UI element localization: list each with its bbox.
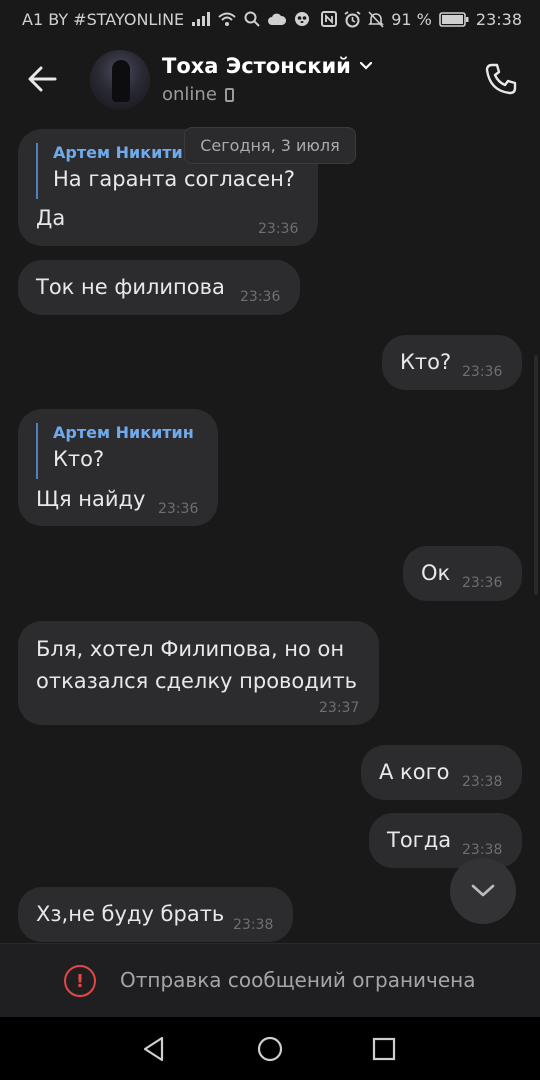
- back-button[interactable]: [22, 62, 62, 96]
- back-arrow-icon: [28, 66, 57, 92]
- message-bubble-outgoing[interactable]: Кто? 23:36: [382, 335, 522, 390]
- triangle-back-icon: [143, 1036, 164, 1062]
- reply-text: На гаранта согласен?: [53, 167, 296, 191]
- message-text: Ток не филипова: [36, 275, 225, 299]
- message-bubble-outgoing[interactable]: Тогда 23:38: [369, 813, 522, 868]
- battery-icon: [439, 11, 469, 27]
- circle-home-icon: [257, 1036, 283, 1062]
- message-text: Щя найду: [36, 487, 146, 511]
- message-text: Ок: [421, 561, 451, 585]
- message-time: 23:36: [462, 575, 503, 591]
- message-bubble-incoming[interactable]: Артем Никитин Кто? Щя найду 23:36: [18, 409, 218, 526]
- panda-icon: [294, 11, 310, 27]
- message-text: А кого: [379, 760, 450, 784]
- message-time: 23:36: [158, 501, 199, 517]
- message-time: 23:38: [233, 917, 274, 933]
- presence-status: online: [162, 84, 217, 105]
- message-text: Кто?: [400, 350, 452, 374]
- warning-icon: !: [64, 965, 96, 997]
- search-icon: [244, 11, 260, 27]
- scroll-to-bottom-button[interactable]: [450, 858, 516, 924]
- scrollbar[interactable]: [534, 355, 538, 595]
- mobile-device-icon: [224, 87, 234, 102]
- message-bubble-incoming[interactable]: Хз,не буду брать 23:38: [18, 887, 293, 942]
- message-time: 23:36: [258, 221, 299, 237]
- message-bubble-outgoing[interactable]: Ок 23:36: [403, 546, 522, 601]
- battery-percent: 91 %: [391, 9, 432, 29]
- message-bubble-incoming[interactable]: Ток не филипова 23:36: [18, 260, 300, 315]
- carrier-label: A1 BY #STAYONLINE: [22, 9, 185, 29]
- wifi-icon: [218, 12, 236, 26]
- contact-name: Тоха Эстонский: [162, 54, 351, 78]
- nav-back-button[interactable]: [138, 1033, 170, 1065]
- message-text-line-1: Бля, хотел Филипова, но он: [36, 637, 345, 661]
- chat-title[interactable]: Тоха Эстонский online: [162, 54, 373, 105]
- reply-text: Кто?: [53, 447, 105, 471]
- avatar[interactable]: [90, 50, 150, 110]
- message-time: 23:37: [319, 700, 360, 716]
- phone-icon: [485, 63, 517, 95]
- status-clock: 23:38: [475, 9, 522, 29]
- cloud-icon: [268, 13, 287, 25]
- status-bar: A1 BY #STAYONLINE 91 % 23:38: [0, 0, 540, 38]
- nav-home-button[interactable]: [254, 1033, 286, 1065]
- call-button[interactable]: [482, 60, 520, 98]
- message-text-line-2: отказался сделку проводить: [36, 669, 358, 693]
- chevron-down-icon: [471, 884, 495, 897]
- nav-recents-button[interactable]: [368, 1033, 400, 1065]
- message-time: 23:36: [462, 364, 503, 380]
- message-text: Тогда: [387, 828, 452, 852]
- alarm-icon: [344, 10, 361, 28]
- square-recents-icon: [372, 1037, 396, 1061]
- message-text: Да: [36, 206, 66, 230]
- message-bubble-incoming[interactable]: Бля, хотел Филипова, но он отказался сде…: [18, 621, 379, 725]
- signal-icon: [192, 12, 211, 26]
- message-text: Хз,не буду брать: [36, 902, 225, 926]
- nfc-icon: [321, 11, 338, 27]
- system-nav-bar: [0, 1017, 540, 1080]
- messaging-restricted-bar: ! Отправка сообщений ограничена: [0, 943, 540, 1017]
- reply-author: Артем Никитин: [53, 423, 194, 442]
- mute-icon: [368, 10, 385, 28]
- message-time: 23:36: [240, 289, 281, 305]
- message-bubble-outgoing[interactable]: А кого 23:38: [361, 745, 522, 800]
- date-separator: Сегодня, 3 июля: [184, 127, 356, 164]
- chevron-down-icon: [359, 61, 372, 70]
- message-time: 23:38: [462, 842, 503, 858]
- reply-quote[interactable]: Артем Никитин Кто?: [36, 423, 194, 479]
- restriction-text: Отправка сообщений ограничена: [120, 968, 476, 992]
- message-time: 23:38: [462, 774, 503, 790]
- chat-header: Тоха Эстонский online: [0, 38, 540, 120]
